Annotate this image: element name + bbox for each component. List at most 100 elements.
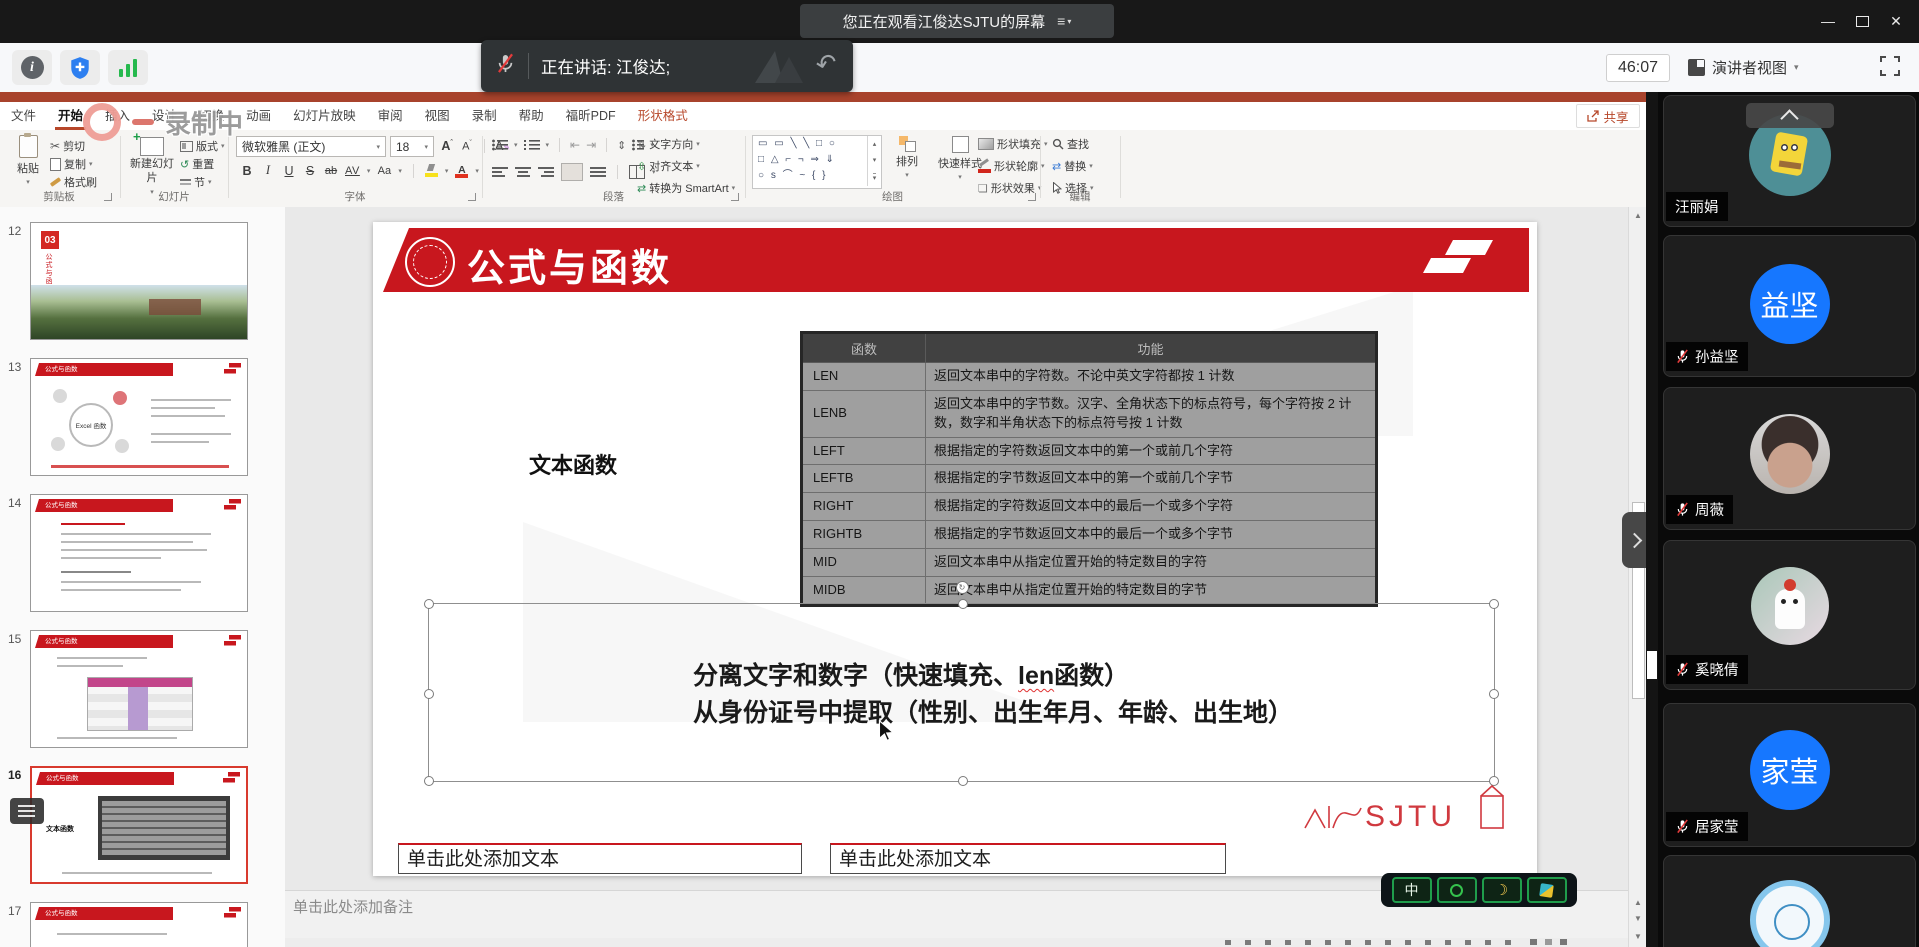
participant-card[interactable]: 奚晓倩 <box>1663 540 1916 690</box>
strikethrough-button[interactable]: S <box>303 164 317 178</box>
collapse-videos-button[interactable] <box>1746 103 1834 128</box>
security-button[interactable] <box>60 50 100 85</box>
content-placeholder-right[interactable]: 单击此处添加文本 <box>830 843 1226 874</box>
shape-gallery-scrollbar[interactable]: ▴▾▾ <box>867 136 881 186</box>
text-direction-button[interactable]: ⇅文字方向▾ <box>637 136 700 152</box>
paste-button[interactable]: 粘贴▾ <box>8 135 48 186</box>
scroll-up-icon[interactable]: ▲ <box>1629 211 1647 220</box>
mini-scroll-thumb[interactable] <box>1647 651 1657 679</box>
clipboard-dialog-launcher[interactable] <box>104 193 112 201</box>
function-table[interactable]: 函数功能 LEN返回文本串中的字符数。不论中英文字符都按 1 计数LENB返回文… <box>800 331 1378 607</box>
close-button[interactable]: ✕ <box>1879 6 1913 36</box>
slide-title-banner[interactable]: 公式与函数 <box>383 228 1529 292</box>
increase-font-button[interactable]: Aˆ <box>440 139 454 153</box>
slide-thumbnail-12[interactable]: 03 公式与函数 <box>30 222 248 340</box>
italic-button[interactable]: I <box>261 163 275 178</box>
shape-fill-button[interactable]: 形状填充▾ <box>978 136 1048 152</box>
content-placeholder-left[interactable]: 单击此处添加文本 <box>398 843 802 874</box>
reset-button[interactable]: ↺重置 <box>180 156 214 172</box>
editor-scrollbar[interactable]: ▲ ▲ ▼ ▼ <box>1628 207 1647 947</box>
scroll-down-icon[interactable]: ▼ <box>1629 932 1647 941</box>
strike-ab-button[interactable]: ab <box>324 165 338 177</box>
network-button[interactable] <box>108 50 148 85</box>
new-slide-button[interactable]: 新建幻灯片▾ <box>128 134 176 196</box>
copy-button[interactable]: 复制▾ <box>50 156 93 172</box>
ime-skin-button[interactable] <box>1527 877 1567 903</box>
tab-形状格式[interactable]: 形状格式 <box>627 102 699 130</box>
bold-button[interactable]: B <box>240 164 254 178</box>
numbered-list-button[interactable] <box>524 139 540 151</box>
ime-chinese-button[interactable]: 中 <box>1392 877 1432 903</box>
participant-card[interactable]: 汪丽娟 <box>1663 95 1916 227</box>
annotation-list-button[interactable] <box>10 798 44 824</box>
selected-textbox[interactable]: ↻ 分离文字和数字（快速填充、len函数） 从身份证号中提取（性别、出生年月、年… <box>428 603 1495 782</box>
resize-handle-e[interactable] <box>1489 689 1499 699</box>
slide-thumbnail-15[interactable]: 公式与函数 <box>30 630 248 748</box>
bullet-list-button[interactable] <box>492 139 508 151</box>
resize-handle-w[interactable] <box>424 689 434 699</box>
minimize-button[interactable]: — <box>1811 6 1845 36</box>
next-slide-icon[interactable]: ▼ <box>1629 914 1647 923</box>
arrange-button[interactable]: 排列▾ <box>884 136 930 179</box>
ime-mode-button[interactable] <box>1437 877 1477 903</box>
slide-thumbnail-13[interactable]: 公式与函数 Excel 函数 <box>30 358 248 476</box>
rotate-handle[interactable]: ↻ <box>956 581 969 594</box>
resize-handle-s[interactable] <box>958 776 968 786</box>
slide-thumbnail-16-current[interactable]: 公式与函数 文本函数 <box>30 766 248 884</box>
line-spacing-button[interactable]: ⇕ <box>617 139 626 152</box>
shape-row[interactable]: □ △ ⌐ ¬ ⇒ ⇓ <box>753 152 866 168</box>
decrease-font-button[interactable]: Aˇ <box>460 140 474 153</box>
participant-card[interactable]: 益坚 孙益坚 <box>1663 235 1916 377</box>
underline-button[interactable]: U <box>282 164 296 178</box>
participant-card[interactable]: 家莹 居家莹 <box>1663 703 1916 847</box>
change-case-button[interactable]: Aa <box>377 165 391 177</box>
watching-screen-pill[interactable]: 您正在观看江俊达SJTU的屏幕 ≡▾ <box>800 4 1114 38</box>
tab-帮助[interactable]: 帮助 <box>508 102 555 130</box>
resize-handle-sw[interactable] <box>424 776 434 786</box>
shape-row[interactable]: ▭ ▭ ╲ ╲ □ ○ <box>753 136 866 152</box>
paragraph-dialog-launcher[interactable] <box>731 193 739 201</box>
highlight-color-button[interactable] <box>425 164 438 177</box>
align-left-button[interactable] <box>492 166 508 178</box>
shape-row[interactable]: ○ s ⌒ ~ { } <box>753 168 866 184</box>
format-painter-button[interactable]: 格式刷 <box>50 174 97 190</box>
find-button[interactable]: 查找 <box>1052 136 1089 152</box>
replace-button[interactable]: ⇄替换▾ <box>1052 158 1093 174</box>
drawing-dialog-launcher[interactable] <box>1028 193 1036 201</box>
tab-录制[interactable]: 录制 <box>461 102 508 130</box>
align-right-button[interactable] <box>538 166 554 178</box>
view-mode-selector[interactable]: 演讲者视图 ▾ <box>1688 52 1799 82</box>
participant-card[interactable] <box>1663 855 1916 947</box>
maximize-button[interactable] <box>1845 6 1879 36</box>
fullscreen-button[interactable] <box>1878 54 1902 83</box>
shape-outline-button[interactable]: 形状轮廓▾ <box>978 158 1045 174</box>
increase-indent-button[interactable]: ⇥ <box>586 138 596 152</box>
ime-night-mode-button[interactable]: ☽ <box>1482 877 1522 903</box>
decrease-indent-button[interactable]: ⇤ <box>570 138 580 152</box>
share-button[interactable]: 共享 <box>1576 104 1640 128</box>
slide-thumbnail-14[interactable]: 公式与函数 <box>30 494 248 612</box>
font-size-select[interactable]: 18▾ <box>390 136 434 157</box>
font-name-select[interactable]: 微软雅黑 (正文)▾ <box>236 136 386 157</box>
character-spacing-button[interactable]: AV <box>345 165 360 177</box>
distributed-button[interactable] <box>590 166 606 178</box>
cut-button[interactable]: ✂剪切 <box>50 138 85 154</box>
font-dialog-launcher[interactable] <box>468 193 476 201</box>
hamburger-menu-icon[interactable]: ≡▾ <box>1057 13 1071 29</box>
tab-视图[interactable]: 视图 <box>414 102 461 130</box>
tab-幻灯片放映[interactable]: 幻灯片放映 <box>282 102 367 130</box>
align-center-button[interactable] <box>515 166 531 178</box>
align-justify-button[interactable] <box>561 163 583 181</box>
slide-canvas[interactable]: 公式与函数 文本函数 函数功能 LEN返回文本串中的字符数。不论中英文字符都按 … <box>373 222 1537 876</box>
shape-gallery[interactable]: ▭ ▭ ╲ ╲ □ ○□ △ ⌐ ¬ ⇒ ⇓○ s ⌒ ~ { } ▴▾▾ <box>752 135 882 189</box>
participant-card[interactable]: 周薇 <box>1663 387 1916 530</box>
previous-slide-icon[interactable]: ▲ <box>1629 898 1647 907</box>
resize-handle-ne[interactable] <box>1489 599 1499 609</box>
tab-文件[interactable]: 文件 <box>0 102 47 130</box>
panel-collapse-tab[interactable] <box>1622 512 1646 568</box>
align-text-button[interactable]: ⇳对齐文本▾ <box>637 158 700 174</box>
section-button[interactable]: 节▾ <box>180 174 212 190</box>
tab-审阅[interactable]: 审阅 <box>367 102 414 130</box>
font-color-button[interactable]: A <box>455 164 468 177</box>
slide-thumbnail-17[interactable]: 公式与函数 <box>30 902 248 947</box>
